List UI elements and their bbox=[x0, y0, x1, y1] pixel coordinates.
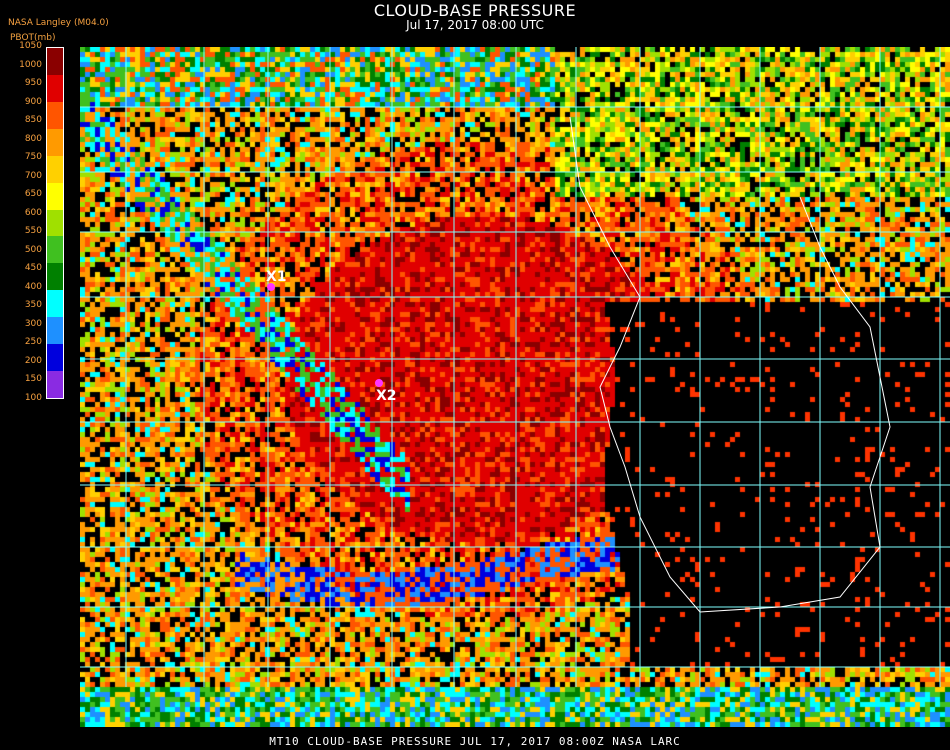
legend-tick-label: 1050 bbox=[19, 41, 42, 51]
legend-tick-label: 600 bbox=[24, 207, 42, 218]
legend-band bbox=[47, 209, 63, 237]
legend-tick-label: 500 bbox=[24, 244, 42, 255]
marker-x1: X1 bbox=[266, 269, 287, 285]
legend-band bbox=[47, 155, 63, 184]
legend-tick-label: 700 bbox=[24, 170, 42, 181]
legend-tick-label: 150 bbox=[24, 374, 42, 385]
map-subtitle: Jul 17, 2017 08:00 UTC bbox=[406, 18, 544, 32]
legend-band bbox=[47, 317, 63, 345]
agency-label: NASA Langley (M04.0) bbox=[8, 18, 109, 28]
legend-tick-label: 1000 bbox=[19, 59, 42, 70]
color-legend bbox=[46, 47, 64, 399]
marker-x2: X2 bbox=[376, 388, 397, 404]
legend-tick-label: 400 bbox=[24, 281, 42, 292]
legend-band bbox=[47, 74, 63, 103]
legend-tick-label: 850 bbox=[24, 115, 42, 126]
legend-tick-label: 900 bbox=[24, 96, 42, 107]
legend-tick-label: 450 bbox=[24, 263, 42, 274]
legend-tick-label: 200 bbox=[24, 355, 42, 366]
legend-tick-label: 100 bbox=[24, 393, 42, 403]
legend-tick-label: 650 bbox=[24, 189, 42, 200]
map-panel: X1 X2 bbox=[80, 47, 950, 727]
map-overlay bbox=[80, 47, 950, 687]
legend-tick-label: 350 bbox=[24, 300, 42, 311]
legend-tick-label: 550 bbox=[24, 226, 42, 237]
marker-dot bbox=[375, 379, 383, 387]
legend-tick-label: 950 bbox=[24, 78, 42, 89]
coastline bbox=[569, 116, 891, 613]
legend-band bbox=[47, 128, 63, 157]
legend-tick-label: 800 bbox=[24, 133, 42, 144]
legend-band bbox=[47, 236, 63, 264]
legend-band bbox=[47, 263, 63, 291]
legend-band bbox=[47, 48, 63, 76]
legend-band bbox=[47, 371, 63, 399]
footer-caption: MT10 CLOUD-BASE PRESSURE JUL 17, 2017 08… bbox=[269, 735, 681, 748]
legend-band bbox=[47, 101, 63, 130]
legend-band bbox=[47, 344, 63, 372]
legend-tick-label: 750 bbox=[24, 152, 42, 163]
legend-band bbox=[47, 290, 63, 318]
legend-band bbox=[47, 182, 63, 211]
legend-tick-label: 300 bbox=[24, 318, 42, 329]
legend-tick-label: 250 bbox=[24, 337, 42, 348]
